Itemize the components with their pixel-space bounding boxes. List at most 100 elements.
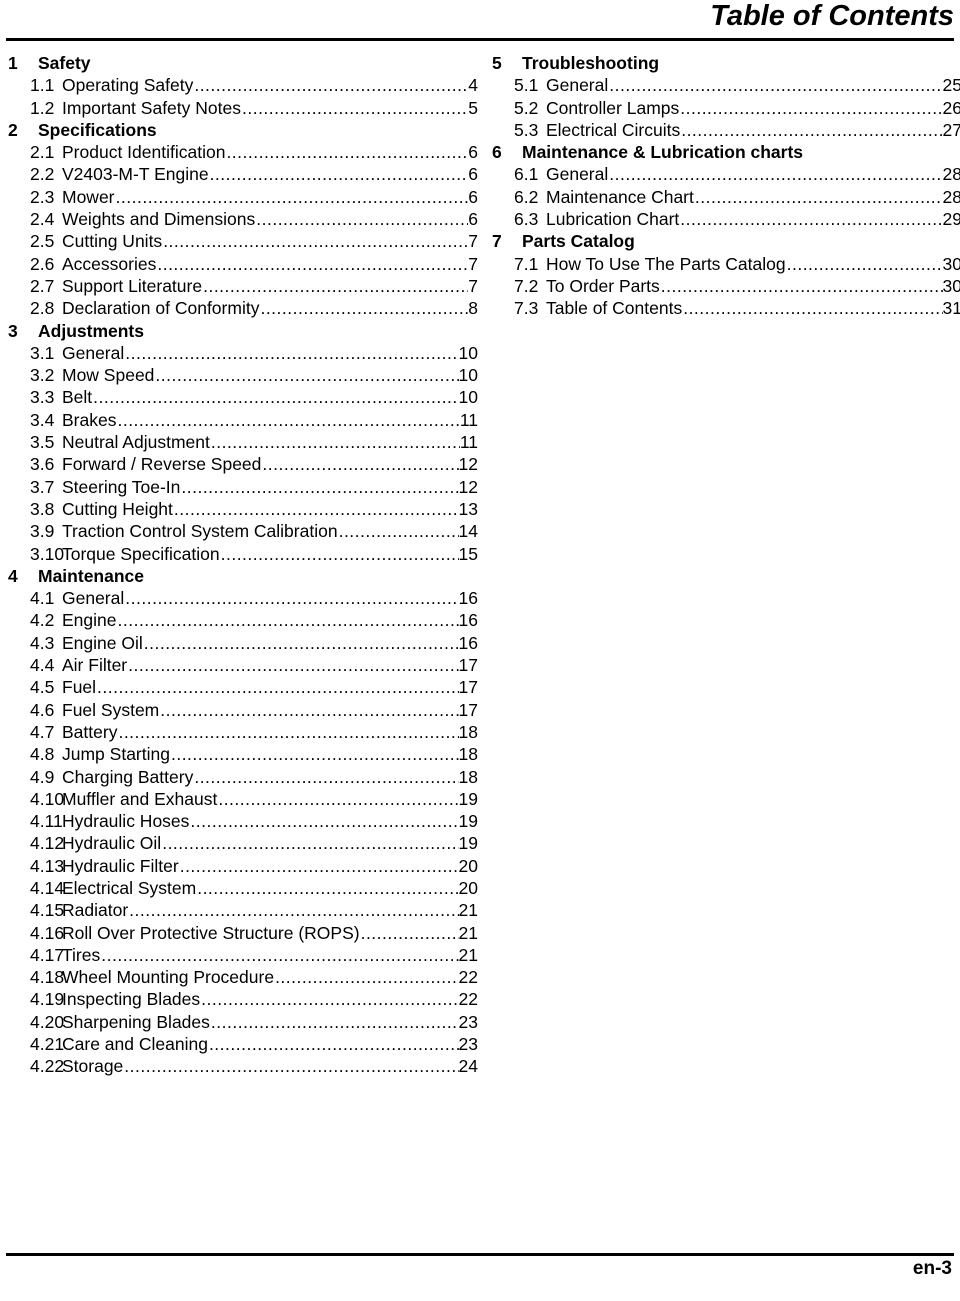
toc-section-row[interactable]: 5.3 Electrical Circuits..................…	[492, 119, 960, 141]
toc-entry-number: 7	[492, 231, 502, 252]
toc-entry-page: 17	[458, 699, 478, 720]
toc-section-row[interactable]: 3.1 General..............................…	[8, 342, 478, 364]
toc-entry-page: 6	[468, 209, 478, 230]
toc-section-row[interactable]: 5.2 Controller Lamps.....................…	[492, 97, 960, 119]
toc-entry-number: 4.6	[30, 699, 55, 720]
toc-leader-dots: ........................................…	[786, 253, 943, 274]
toc-entry-label: To Order Parts	[546, 275, 660, 296]
toc-leader-dots: ........................................…	[241, 97, 468, 118]
toc-section-row[interactable]: 7.3 Table of Contents....................…	[492, 297, 960, 319]
toc-section-row[interactable]: 4.4 Air Filter...........................…	[8, 654, 478, 676]
toc-entry-number: 4.17	[30, 944, 65, 965]
toc-chapter-row[interactable]: 5 Troubleshooting	[492, 52, 960, 74]
toc-section-row[interactable]: 4.2 Engine...............................…	[8, 609, 478, 631]
toc-section-row[interactable]: 2.4 Weights and Dimensions...............…	[8, 208, 478, 230]
toc-section-row[interactable]: 4.18 Wheel Mounting Procedure............…	[8, 966, 478, 988]
toc-entry-page: 21	[458, 922, 478, 943]
toc-entry-page: 31	[942, 298, 960, 319]
toc-section-row[interactable]: 4.14 Electrical System...................…	[8, 877, 478, 899]
toc-entry-number: 7.3	[514, 298, 539, 319]
toc-section-row[interactable]: 3.5 Neutral Adjustment...................…	[8, 431, 478, 453]
toc-section-row[interactable]: 4.21 Care and Cleaning...................…	[8, 1033, 478, 1055]
toc-entry-page: 24	[458, 1056, 478, 1077]
toc-section-row[interactable]: 4.13 Hydraulic Filter....................…	[8, 855, 478, 877]
toc-section-row[interactable]: 6.2 Maintenance Chart....................…	[492, 186, 960, 208]
toc-section-row[interactable]: 4.11 Hydraulic Hoses.....................…	[8, 810, 478, 832]
toc-section-row[interactable]: 3.10 Torque Specification................…	[8, 543, 478, 565]
toc-entry-label: Controller Lamps	[546, 97, 680, 118]
toc-entry-label: Engine	[62, 610, 117, 631]
toc-chapter-row[interactable]: 2 Specifications	[8, 119, 478, 141]
toc-entry-label: Operating Safety	[62, 75, 194, 96]
toc-leader-dots: ........................................…	[201, 989, 459, 1010]
toc-section-row[interactable]: 7.1 How To Use The Parts Catalog.........…	[492, 253, 960, 275]
toc-section-row[interactable]: 2.3 Mower................................…	[8, 186, 478, 208]
toc-section-row[interactable]: 6.1 General..............................…	[492, 163, 960, 185]
toc-section-row[interactable]: 2.1 Product Identification...............…	[8, 141, 478, 163]
toc-section-row[interactable]: 4.22 Storage.............................…	[8, 1055, 478, 1077]
toc-entry-number: 2	[8, 119, 18, 140]
toc-section-row[interactable]: 3.7 Steering Toe-In......................…	[8, 476, 478, 498]
toc-section-row[interactable]: 3.9 Traction Control System Calibration..…	[8, 520, 478, 542]
toc-chapter-row[interactable]: 4 Maintenance	[8, 565, 478, 587]
toc-section-row[interactable]: 4.16 Roll Over Protective Structure (ROPS…	[8, 922, 478, 944]
toc-section-row[interactable]: 7.2 To Order Parts.......................…	[492, 275, 960, 297]
toc-leader-dots: ........................................…	[125, 342, 458, 363]
toc-section-row[interactable]: 4.19 Inspecting Blades...................…	[8, 988, 478, 1010]
toc-entry-number: 2.8	[30, 298, 55, 319]
toc-entry-number: 2.7	[30, 275, 55, 296]
toc-section-row[interactable]: 1.1 Operating Safety.....................…	[8, 74, 478, 96]
toc-section-row[interactable]: 4.17 Tires...............................…	[8, 944, 478, 966]
toc-entry-label: Declaration of Conformity	[62, 298, 260, 319]
toc-entry-label: V2403-M-T Engine	[62, 164, 209, 185]
toc-section-row[interactable]: 4.8 Jump Starting........................…	[8, 743, 478, 765]
toc-section-row[interactable]: 5.1 General..............................…	[492, 74, 960, 96]
toc-section-row[interactable]: 4.1 General..............................…	[8, 587, 478, 609]
toc-leader-dots: ........................................…	[209, 164, 469, 185]
toc-section-row[interactable]: 3.6 Forward / Reverse Speed..............…	[8, 453, 478, 475]
toc-section-row[interactable]: 2.5 Cutting Units........................…	[8, 230, 478, 252]
toc-section-row[interactable]: 4.20 Sharpening Blades...................…	[8, 1011, 478, 1033]
toc-section-row[interactable]: 4.12 Hydraulic Oil.......................…	[8, 832, 478, 854]
toc-chapter-row[interactable]: 7 Parts Catalog	[492, 230, 960, 252]
toc-section-row[interactable]: 1.2 Important Safety Notes...............…	[8, 97, 478, 119]
page-number-label: en-3	[912, 1258, 952, 1279]
toc-section-row[interactable]: 4.7 Battery..............................…	[8, 721, 478, 743]
toc-entry-label: Mow Speed	[62, 365, 155, 386]
toc-section-row[interactable]: 4.15 Radiator............................…	[8, 899, 478, 921]
toc-entry-page: 17	[458, 677, 478, 698]
toc-section-row[interactable]: 2.6 Accessories..........................…	[8, 253, 478, 275]
toc-entry-page: 13	[458, 498, 478, 519]
toc-entry-label: Battery	[62, 721, 118, 742]
toc-section-row[interactable]: 3.8 Cutting Height.......................…	[8, 498, 478, 520]
toc-section-row[interactable]: 4.5 Fuel.................................…	[8, 676, 478, 698]
toc-entry-label: Tires	[62, 944, 101, 965]
toc-section-row[interactable]: 2.2 V2403-M-T Engine.....................…	[8, 163, 478, 185]
toc-leader-dots: ........................................…	[129, 900, 458, 921]
toc-section-row[interactable]: 4.9 Charging Battery.....................…	[8, 766, 478, 788]
toc-entry-label: Neutral Adjustment	[62, 432, 210, 453]
toc-section-row[interactable]: 4.10 Muffler and Exhaust.................…	[8, 788, 478, 810]
toc-entry-page: 7	[468, 231, 478, 252]
toc-entry-label: Weights and Dimensions	[62, 209, 256, 230]
toc-entry-page: 11	[459, 409, 478, 430]
toc-entry-number: 4.14	[30, 877, 65, 898]
toc-leader-dots: ........................................…	[115, 186, 469, 207]
toc-section-row[interactable]: 3.2 Mow Speed............................…	[8, 364, 478, 386]
toc-section-row[interactable]: 2.8 Declaration of Conformity............…	[8, 297, 478, 319]
toc-section-row[interactable]: 3.4 Brakes...............................…	[8, 409, 478, 431]
toc-leader-dots: ........................................…	[210, 1011, 459, 1032]
toc-section-row[interactable]: 4.3 Engine Oil...........................…	[8, 632, 478, 654]
toc-entry-page: 18	[458, 721, 478, 742]
toc-entry-label: Maintenance	[38, 565, 144, 586]
toc-chapter-row[interactable]: 3 Adjustments	[8, 320, 478, 342]
toc-leader-dots: ........................................…	[97, 677, 459, 698]
toc-entry-label: Table of Contents	[546, 298, 683, 319]
toc-section-row[interactable]: 3.3 Belt.................................…	[8, 386, 478, 408]
toc-chapter-row[interactable]: 6 Maintenance & Lubrication charts	[492, 141, 960, 163]
toc-section-row[interactable]: 2.7 Support Literature...................…	[8, 275, 478, 297]
toc-chapter-row[interactable]: 1 Safety	[8, 52, 478, 74]
toc-section-row[interactable]: 4.6 Fuel System..........................…	[8, 699, 478, 721]
toc-section-row[interactable]: 6.3 Lubrication Chart....................…	[492, 208, 960, 230]
toc-entry-label: Maintenance & Lubrication charts	[522, 142, 804, 163]
